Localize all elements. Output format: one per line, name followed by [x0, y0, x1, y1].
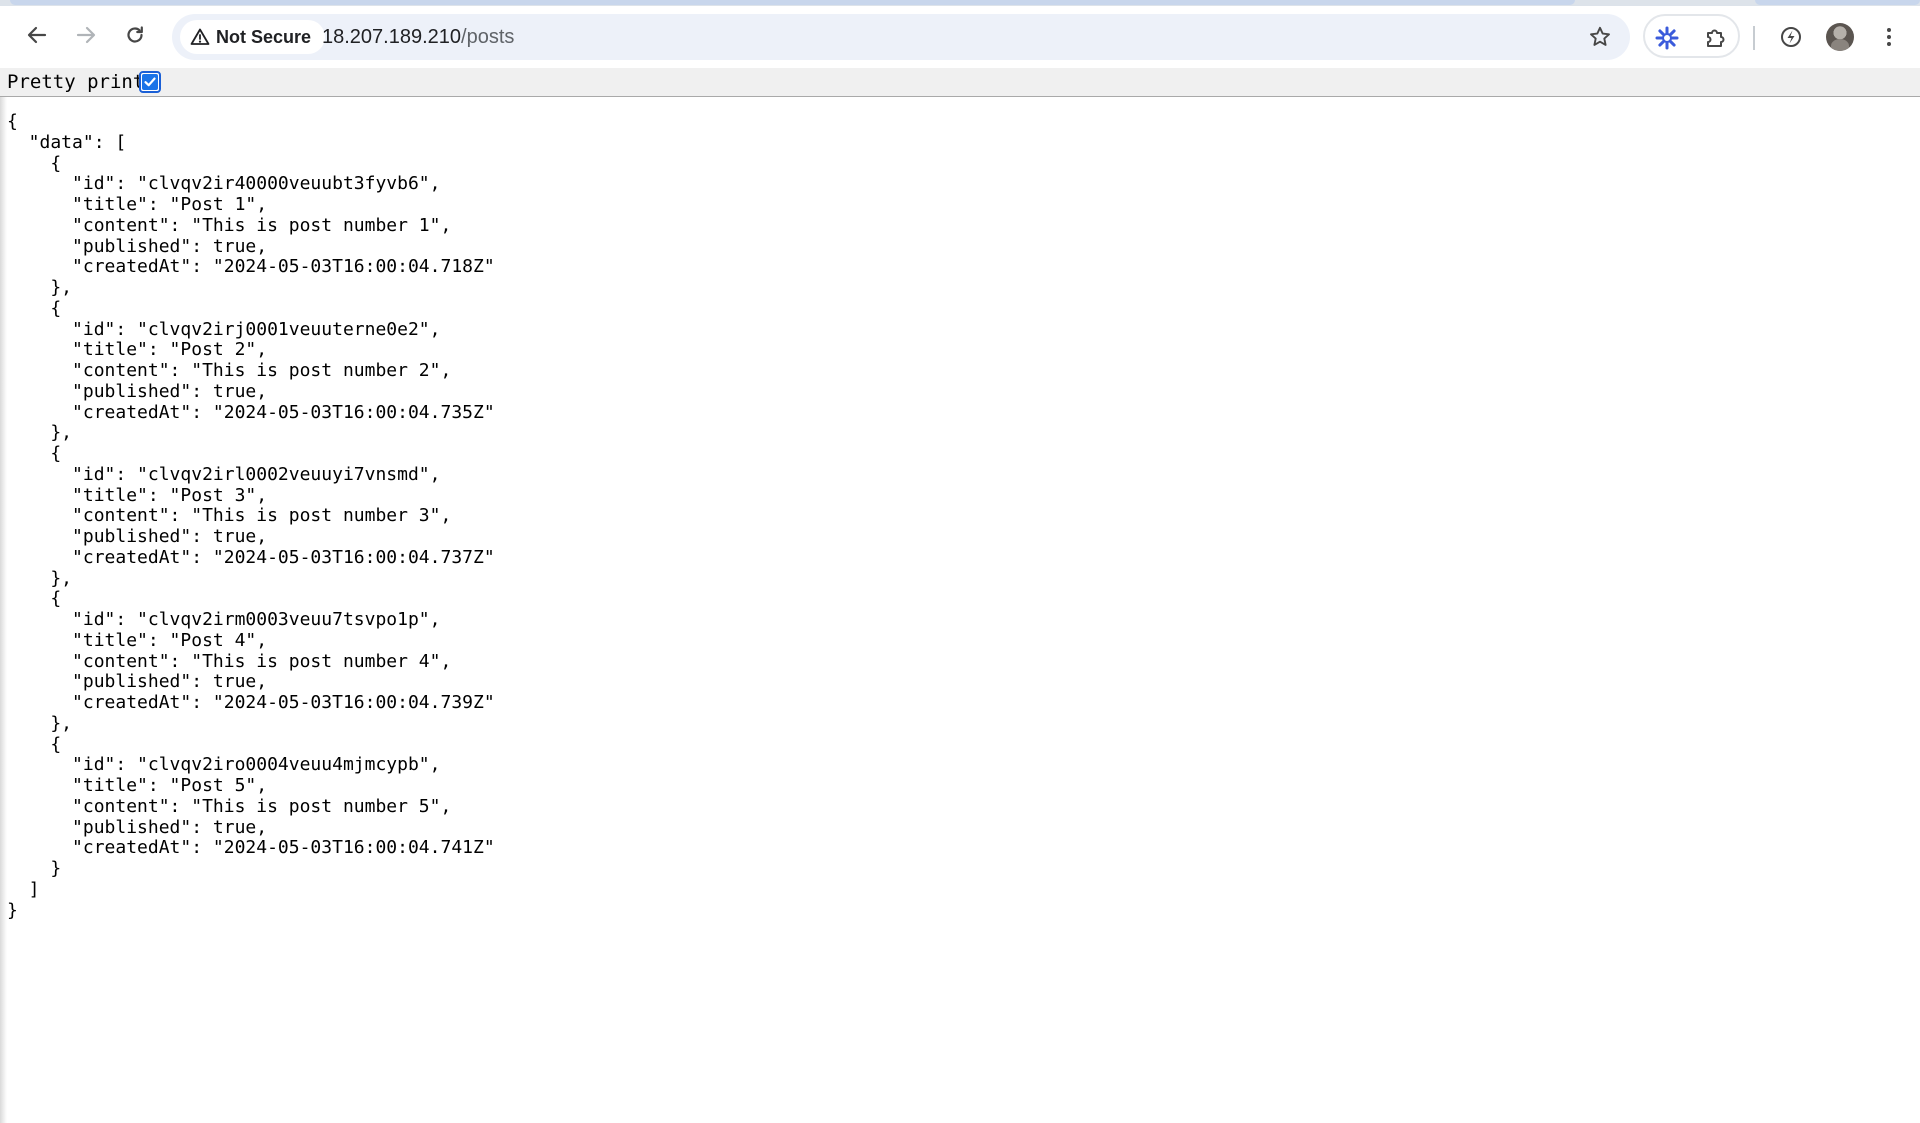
json-line: "published": true, — [7, 671, 268, 693]
json-line: "createdAt": "2024-05-03T16:00:04.718Z" — [7, 256, 495, 278]
json-line: ] — [7, 878, 40, 900]
json-line: "content": "This is post number 5", — [7, 795, 452, 817]
json-line: "title": "Post 3", — [7, 484, 268, 506]
json-line: "published": true, — [7, 526, 268, 547]
browser-toolbar: Not Secure 18.207.189.210/posts — [0, 6, 1920, 68]
kebab-menu-icon — [1887, 28, 1891, 46]
avatar — [1826, 23, 1854, 51]
json-line: "content": "This is post number 2", — [7, 360, 452, 381]
json-line: "title": "Post 5", — [7, 775, 268, 796]
json-line: } — [7, 858, 62, 879]
star-icon — [1590, 26, 1610, 46]
puzzle-icon — [1707, 29, 1725, 47]
asterisk-extension-icon — [1655, 26, 1679, 50]
url-text[interactable]: 18.207.189.210/posts — [322, 26, 514, 48]
arrow-left-icon — [27, 26, 47, 44]
json-view: { "data": [ { "id": "clvqv2ir40000veuubt… — [7, 111, 495, 921]
json-line: }, — [7, 277, 73, 298]
json-line: }, — [7, 422, 73, 444]
extension-group — [1643, 14, 1740, 58]
json-line: "createdAt": "2024-05-03T16:00:04.739Z" — [7, 692, 495, 713]
pretty-print-bar: Pretty print — [0, 68, 1920, 97]
url-path: /posts — [461, 26, 515, 48]
active-extension-button[interactable] — [1651, 22, 1683, 54]
extensions-button[interactable] — [1700, 22, 1732, 54]
json-line: "title": "Post 2", — [7, 339, 268, 361]
back-button[interactable] — [20, 18, 54, 52]
checkbox-check — [142, 74, 158, 90]
bookmark-button[interactable] — [1584, 21, 1616, 53]
json-line: "id": "clvqv2irl0002veuuyi7vnsmd", — [7, 463, 441, 485]
reload-icon — [127, 26, 143, 43]
json-line: "published": true, — [7, 380, 268, 402]
json-line: { — [7, 588, 62, 610]
profile-button[interactable] — [1823, 20, 1857, 54]
json-line: "title": "Post 1", — [7, 194, 268, 215]
performance-leaf-icon — [1781, 27, 1801, 47]
json-line: "createdAt": "2024-05-03T16:00:04.741Z" — [7, 837, 495, 859]
json-line: } — [7, 899, 18, 921]
tab-other[interactable] — [1755, 0, 1920, 5]
page-left-edge — [0, 68, 7, 1123]
json-line: "published": true, — [7, 816, 268, 838]
json-line: { — [7, 111, 18, 132]
json-line: "id": "clvqv2ir40000veuubt3fyvb6", — [7, 173, 441, 195]
json-line: "id": "clvqv2iro0004veuu4mjmcypb", — [7, 754, 441, 776]
forward-button[interactable] — [69, 18, 103, 52]
checkmark-icon — [144, 77, 156, 87]
performance-button[interactable] — [1774, 20, 1808, 54]
json-line: "createdAt": "2024-05-03T16:00:04.737Z" — [7, 546, 495, 568]
pretty-print-label: Pretty print — [7, 71, 145, 93]
json-line: "content": "This is post number 4", — [7, 650, 452, 672]
json-line: "createdAt": "2024-05-03T16:00:04.735Z" — [7, 401, 495, 423]
json-line: "title": "Post 4", — [7, 629, 268, 651]
address-bar[interactable]: Not Secure 18.207.189.210/posts — [172, 14, 1630, 60]
arrow-right-icon — [76, 26, 96, 44]
menu-button[interactable] — [1872, 20, 1906, 54]
toolbar-separator — [1753, 26, 1755, 50]
security-label: Not Secure — [216, 26, 312, 47]
json-line: "id": "clvqv2irj0001veuuterne0e2", — [7, 318, 441, 340]
json-line: { — [7, 297, 62, 319]
json-line: { — [7, 733, 62, 755]
json-line: "data": [ — [7, 131, 127, 153]
json-line: "id": "clvqv2irm0003veuu7tsvpo1p", — [7, 609, 441, 630]
pretty-print-checkbox[interactable] — [139, 71, 161, 93]
json-line: { — [7, 443, 62, 464]
json-line: "content": "This is post number 1", — [7, 214, 452, 236]
json-line: }, — [7, 712, 73, 734]
warning-triangle-icon — [190, 27, 210, 47]
security-chip[interactable]: Not Secure — [180, 20, 326, 54]
url-host: 18.207.189.210 — [322, 26, 462, 48]
json-line: { — [7, 152, 62, 174]
tab-active[interactable] — [10, 0, 1575, 5]
browser-window: Not Secure 18.207.189.210/posts Pretty p… — [0, 0, 1920, 1123]
json-line: "published": true, — [7, 235, 268, 257]
json-line: "content": "This is post number 3", — [7, 505, 452, 527]
json-line: }, — [7, 567, 73, 589]
reload-button[interactable] — [118, 18, 152, 52]
